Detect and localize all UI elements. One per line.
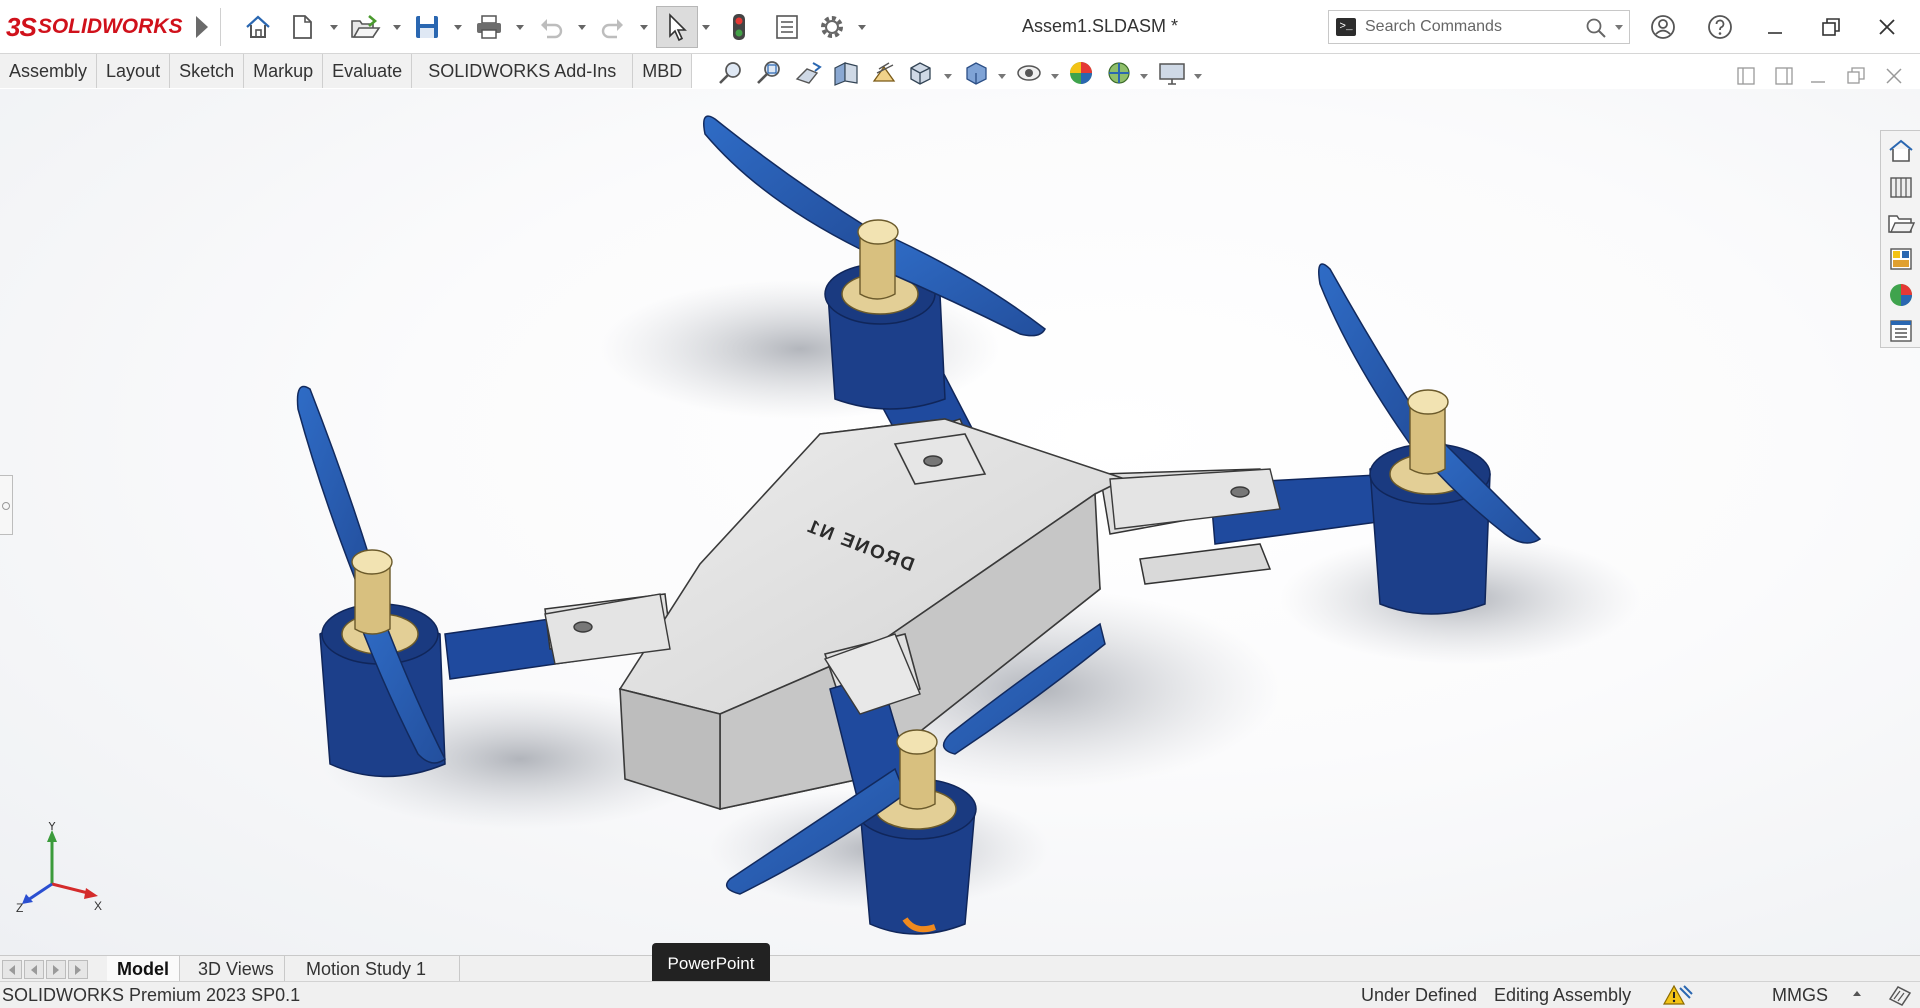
solidworks-resources-icon[interactable] [1885,135,1917,167]
search-commands-box[interactable]: >_ [1328,10,1630,44]
toolbar-divider [220,8,221,46]
close-document-icon[interactable] [1882,64,1906,88]
graphics-area[interactable]: DRONE N1 Y X Z [0,89,1920,955]
task-pane-tabs [1880,130,1920,348]
menu-expand-arrow-icon[interactable] [196,16,208,38]
tab-evaluate[interactable]: Evaluate [323,54,413,88]
editing-mode-text: Editing Assembly [1494,985,1632,1005]
model-view-tabs: Model 3D Views Motion Study 1 [0,955,1920,982]
feature-manager-expand-handle[interactable] [0,475,13,535]
document-title: Assem1.SLDASM * [1021,16,1179,36]
next-tab-arrow-icon[interactable] [46,960,66,979]
apply-scene-icon[interactable] [1103,58,1135,88]
save-dropdown-arrow-icon[interactable] [454,25,462,30]
command-manager-tabs: Assembly Layout Sketch Markup Evaluate S… [0,54,693,88]
previous-tab-arrow-icon[interactable] [24,960,44,979]
close-window-icon[interactable] [1867,9,1907,45]
options-icon[interactable] [815,11,849,43]
product-version-text: SOLIDWORKS Premium 2023 SP0.1 [2,985,301,1005]
hide-show-dropdown-arrow-icon[interactable] [1051,74,1059,79]
minimize-document-icon[interactable] [1806,64,1830,88]
restore-window-icon[interactable] [1811,9,1851,45]
minimize-window-icon[interactable] [1755,9,1795,45]
tab-3d-views[interactable]: 3D Views [188,956,285,982]
triad-x-label: X [94,899,102,912]
redo-icon[interactable] [596,11,630,43]
view-settings-icon[interactable] [1156,58,1188,88]
user-account-icon[interactable] [1643,9,1683,45]
status-bar: SOLIDWORKS Premium 2023 SP0.1 Under Defi… [0,981,1920,1008]
tab-sketch[interactable]: Sketch [170,54,245,88]
print-dropdown-arrow-icon[interactable] [516,25,524,30]
view-palette-icon[interactable] [1885,243,1917,275]
unit-system-text[interactable]: MMGS [1772,985,1828,1006]
custom-properties-icon[interactable] [1885,315,1917,347]
undo-icon[interactable] [534,11,568,43]
coordinate-triad: Y X Z [16,822,102,912]
solidworks-logo-text: SOLIDWORKS [37,15,183,38]
undo-dropdown-arrow-icon[interactable] [578,25,586,30]
appearances-scenes-icon[interactable] [1885,279,1917,311]
display-style-dropdown-arrow-icon[interactable] [998,74,1006,79]
taskbar-tooltip: PowerPoint [652,943,770,985]
triad-y-label: Y [48,822,56,833]
apply-scene-dropdown-arrow-icon[interactable] [1140,74,1148,79]
tab-layout[interactable]: Layout [97,54,171,88]
first-tab-arrow-icon[interactable] [2,960,22,979]
home-icon[interactable] [241,11,275,43]
view-settings-dropdown-arrow-icon[interactable] [1194,74,1202,79]
tab-solidworks-add-ins[interactable]: SOLIDWORKS Add-Ins [412,54,634,88]
dynamic-annotation-icon[interactable] [868,58,900,88]
view-orientation-icon[interactable] [905,58,937,88]
options-dropdown-arrow-icon[interactable] [858,25,866,30]
last-tab-arrow-icon[interactable] [68,960,88,979]
unit-system-dropdown-arrow-icon[interactable] [1853,991,1861,996]
search-dropdown-arrow-icon[interactable] [1615,25,1623,30]
previous-view-icon[interactable] [792,58,824,88]
new-document-icon[interactable] [285,11,319,43]
drone-model[interactable]: DRONE N1 [0,89,1920,955]
rebuild-icon[interactable] [722,11,756,43]
tab-model[interactable]: Model [107,956,180,982]
select-dropdown-arrow-icon[interactable] [702,25,710,30]
customize-status-bar-icon[interactable] [1886,983,1914,1007]
section-view-icon[interactable] [830,58,862,88]
view-orientation-dropdown-arrow-icon[interactable] [944,74,952,79]
zoom-to-area-icon[interactable] [753,58,785,88]
file-properties-icon[interactable] [770,11,804,43]
print-icon[interactable] [472,11,506,43]
save-icon[interactable] [410,11,444,43]
display-style-icon[interactable] [960,58,992,88]
triad-z-label: Z [16,901,23,912]
redo-dropdown-arrow-icon[interactable] [640,25,648,30]
tab-mbd[interactable]: MBD [633,54,693,88]
collapse-right-pane-icon[interactable] [1772,64,1796,88]
open-folder-icon[interactable] [348,11,382,43]
tab-assembly[interactable]: Assembly [0,54,98,88]
restore-document-icon[interactable] [1844,64,1868,88]
help-icon[interactable] [1700,9,1740,45]
tab-motion-study-1[interactable]: Motion Study 1 [296,956,460,982]
hide-show-items-icon[interactable] [1013,58,1045,88]
collapse-left-pane-icon[interactable] [1734,64,1758,88]
zoom-to-fit-icon[interactable] [715,58,747,88]
open-dropdown-arrow-icon[interactable] [393,25,401,30]
ds-logo-mark: 3S [6,11,37,42]
solidworks-logo[interactable]: 3S SOLIDWORKS [6,10,182,44]
new-dropdown-arrow-icon[interactable] [330,25,338,30]
design-library-icon[interactable] [1885,171,1917,203]
search-commands-input[interactable] [1365,15,1575,39]
tab-markup[interactable]: Markup [244,54,324,88]
edit-appearance-icon[interactable] [1065,58,1097,88]
definition-status-text: Under Defined [1361,985,1478,1005]
file-explorer-icon[interactable] [1885,207,1917,239]
rebuild-warning-icon[interactable] [1660,982,1694,1008]
terminal-icon: >_ [1336,18,1356,36]
select-icon[interactable] [656,6,698,48]
title-bar: 3S SOLIDWORKS Assem1.SLDASM * >_ Search … [0,0,1920,54]
search-icon[interactable] [1585,17,1607,39]
